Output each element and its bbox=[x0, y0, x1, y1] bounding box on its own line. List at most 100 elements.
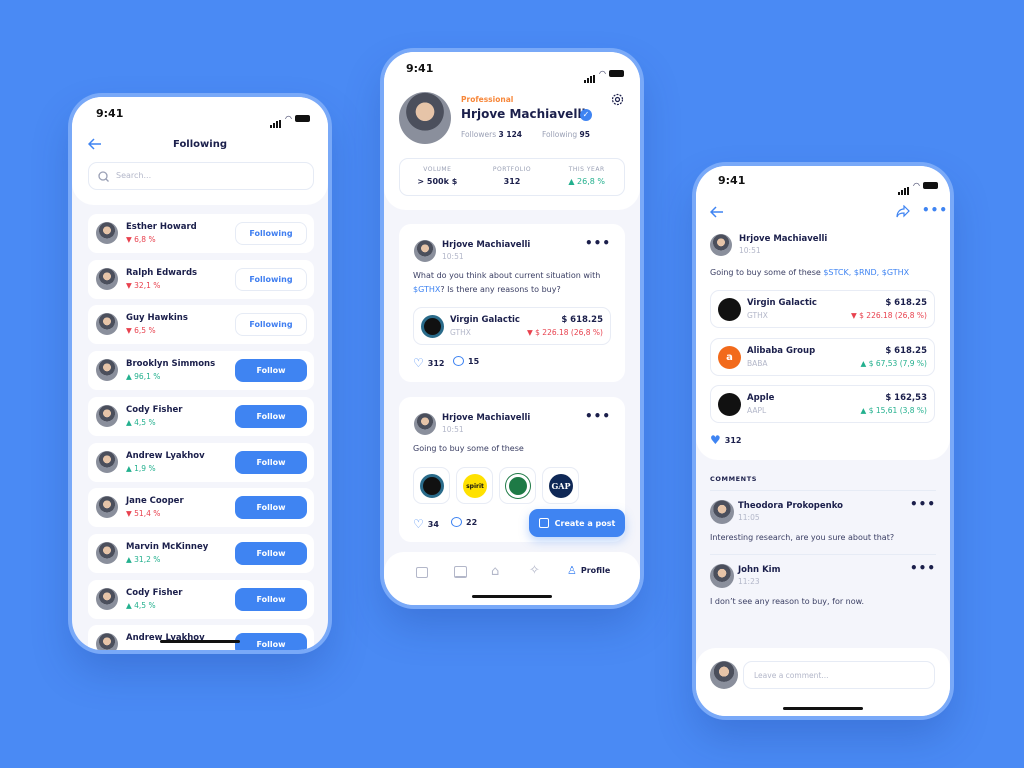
more-icon[interactable]: ••• bbox=[585, 236, 611, 250]
list-item[interactable]: Ralph Edwards ▼ 32,1 % Following bbox=[88, 259, 314, 299]
gap-logo: GAP bbox=[549, 474, 573, 498]
search-icon bbox=[98, 171, 109, 182]
profile-phone: 9:41 ◠ Professional Hrjove Machiavelli ✓… bbox=[384, 52, 640, 605]
post-card[interactable]: Hrjove Machiavelli 10:51 ••• What do you… bbox=[399, 224, 625, 382]
back-arrow-icon[interactable] bbox=[710, 206, 724, 218]
following-button[interactable]: Following bbox=[235, 313, 307, 337]
user-name: Esther Howard bbox=[126, 222, 197, 232]
heart-icon: ♡ bbox=[413, 517, 424, 531]
create-post-button[interactable]: Create a post bbox=[529, 509, 625, 537]
list-item[interactable]: Cody Fisher ▲ 4,5 % Follow bbox=[88, 579, 314, 619]
stock-card[interactable]: Apple AAPL $ 162,53 ▲ $ 15,61 (3,8 %) bbox=[710, 385, 935, 423]
list-item[interactable]: Brooklyn Simmons ▲ 96,1 % Follow bbox=[88, 351, 314, 391]
commenter-avatar bbox=[710, 500, 734, 524]
stock-card[interactable]: a Alibaba Group BABA $ 618.25 ▲ $ 67,53 … bbox=[710, 337, 935, 376]
list-item[interactable]: Jane Cooper ▼ 51,4 % Follow bbox=[88, 488, 314, 528]
stock-name: Virgin Galactic bbox=[747, 298, 817, 308]
list-item[interactable]: Esther Howard ▼ 6,8 % Following bbox=[88, 214, 314, 253]
like-button[interactable]: ♡ 312 bbox=[413, 356, 444, 370]
post-time: 10:51 bbox=[442, 425, 464, 434]
comment-input[interactable]: Leave a comment... bbox=[743, 661, 935, 689]
author-avatar bbox=[414, 413, 436, 435]
apple-logo bbox=[718, 393, 741, 416]
stock-name: Virgin Galactic bbox=[450, 315, 520, 325]
user-change: ▲ 4,5 % bbox=[126, 600, 156, 610]
more-icon[interactable]: ••• bbox=[910, 497, 936, 511]
gear-icon[interactable] bbox=[611, 93, 624, 106]
user-avatar bbox=[96, 633, 118, 650]
ticker-links[interactable]: $STCK, $RND, $GTHX bbox=[823, 268, 909, 277]
follow-button[interactable]: Follow bbox=[235, 496, 307, 520]
user-name: Ralph Edwards bbox=[126, 267, 198, 278]
user-change: ▲ 31,2 % bbox=[126, 554, 161, 564]
stock-price: $ 618.25 bbox=[561, 315, 603, 325]
user-name: Andrew Lyakhov bbox=[126, 450, 205, 461]
comment-button[interactable]: 22 bbox=[451, 517, 477, 527]
sparkle-icon[interactable]: ✧ bbox=[529, 563, 540, 578]
stock-name: Alibaba Group bbox=[747, 345, 816, 356]
bank-icon[interactable]: ⌂ bbox=[491, 564, 499, 579]
post-text: Going to buy some of these $STCK, $RND, … bbox=[710, 268, 910, 277]
ticker-link[interactable]: $GTHX bbox=[413, 285, 440, 294]
list-item[interactable]: Marvin McKinney ▲ 31,2 % Follow bbox=[88, 533, 314, 573]
search-input[interactable]: Search... bbox=[88, 162, 314, 190]
logo-tile[interactable]: spirit bbox=[456, 467, 493, 504]
logo-tile[interactable] bbox=[499, 467, 536, 504]
more-icon[interactable]: ••• bbox=[910, 561, 936, 575]
following-button[interactable]: Following bbox=[235, 222, 307, 245]
follow-button[interactable]: Follow bbox=[235, 404, 307, 428]
comment-icon bbox=[453, 356, 464, 366]
follow-button[interactable]: Follow bbox=[235, 359, 307, 383]
profile-avatar bbox=[399, 92, 451, 144]
followers-count[interactable]: Followers 3 124 bbox=[461, 130, 522, 139]
stock-card[interactable]: Virgin Galactic GTHX $ 618.25 ▼ $ 226.18… bbox=[413, 307, 611, 345]
list-item[interactable]: Cody Fisher ▲ 4,5 % Follow bbox=[88, 396, 314, 436]
followers-value: 3 124 bbox=[498, 130, 523, 139]
list-item[interactable]: Andrew Lyakhov Follow bbox=[88, 625, 314, 650]
user-change: ▼ 6,8 % bbox=[126, 235, 156, 244]
list-item[interactable]: Andrew Lyakhov ▲ 1,9 % Follow bbox=[88, 442, 314, 482]
more-icon[interactable]: ••• bbox=[585, 409, 611, 423]
follow-button[interactable]: Follow bbox=[235, 633, 307, 650]
search-placeholder: Search... bbox=[116, 171, 152, 180]
following-button[interactable]: Following bbox=[235, 267, 307, 291]
comment-text: I don’t see any reason to buy, for now. bbox=[710, 597, 864, 606]
nav-profile[interactable]: ♙ Profile bbox=[567, 564, 610, 577]
heart-icon: ♡ bbox=[413, 356, 424, 370]
more-icon[interactable]: ••• bbox=[922, 203, 948, 217]
share-icon[interactable] bbox=[896, 205, 910, 218]
stock-ticker: GTHX bbox=[747, 311, 768, 320]
list-item[interactable]: Guy Hawkins ▼ 6,5 % Following bbox=[88, 305, 314, 345]
feed-icon[interactable] bbox=[454, 566, 467, 578]
user-name: Marvin McKinney bbox=[126, 541, 209, 552]
like-button[interactable]: ♡ 34 bbox=[413, 517, 439, 531]
post-author: Hrjove Machiavelli bbox=[442, 240, 531, 250]
user-avatar bbox=[96, 359, 118, 382]
comment-button[interactable]: 15 bbox=[453, 356, 479, 366]
post-author: Hrjove Machiavelli bbox=[739, 234, 828, 244]
stock-price: $ 162,53 bbox=[885, 393, 927, 403]
following-count[interactable]: Following 95 bbox=[542, 130, 590, 139]
stock-card[interactable]: Virgin Galactic GTHX $ 618.25 ▼ $ 226.18… bbox=[710, 290, 935, 328]
logo-tile[interactable]: GAP bbox=[542, 467, 579, 504]
user-change: ▼ 6,5 % bbox=[126, 326, 156, 336]
user-avatar bbox=[96, 222, 118, 244]
follow-button[interactable]: Follow bbox=[235, 587, 307, 611]
portfolio-icon[interactable] bbox=[416, 567, 428, 578]
heart-filled-icon: ♥ bbox=[710, 433, 721, 447]
follow-button[interactable]: Follow bbox=[235, 541, 307, 565]
status-time: 9:41 bbox=[406, 62, 434, 75]
stat-this-year: THIS YEAR ▲ 26,8 % bbox=[568, 166, 606, 186]
home-indicator bbox=[160, 640, 240, 643]
author-avatar bbox=[710, 234, 732, 256]
user-name: Cody Fisher bbox=[126, 404, 183, 415]
post-phone: 9:41 ◠ ••• Hrjove Machiavelli 10:51 Goin… bbox=[696, 166, 950, 716]
follow-button[interactable]: Follow bbox=[235, 450, 307, 474]
user-avatar bbox=[96, 450, 118, 473]
comment-icon bbox=[451, 517, 462, 527]
spirit-logo: spirit bbox=[463, 474, 487, 498]
logo-tile[interactable] bbox=[413, 467, 450, 504]
user-avatar bbox=[96, 404, 118, 427]
like-button[interactable]: ♥ 312 bbox=[710, 433, 741, 447]
following-phone: 9:41 ◠ Following Search... Esther Howard… bbox=[72, 97, 328, 650]
